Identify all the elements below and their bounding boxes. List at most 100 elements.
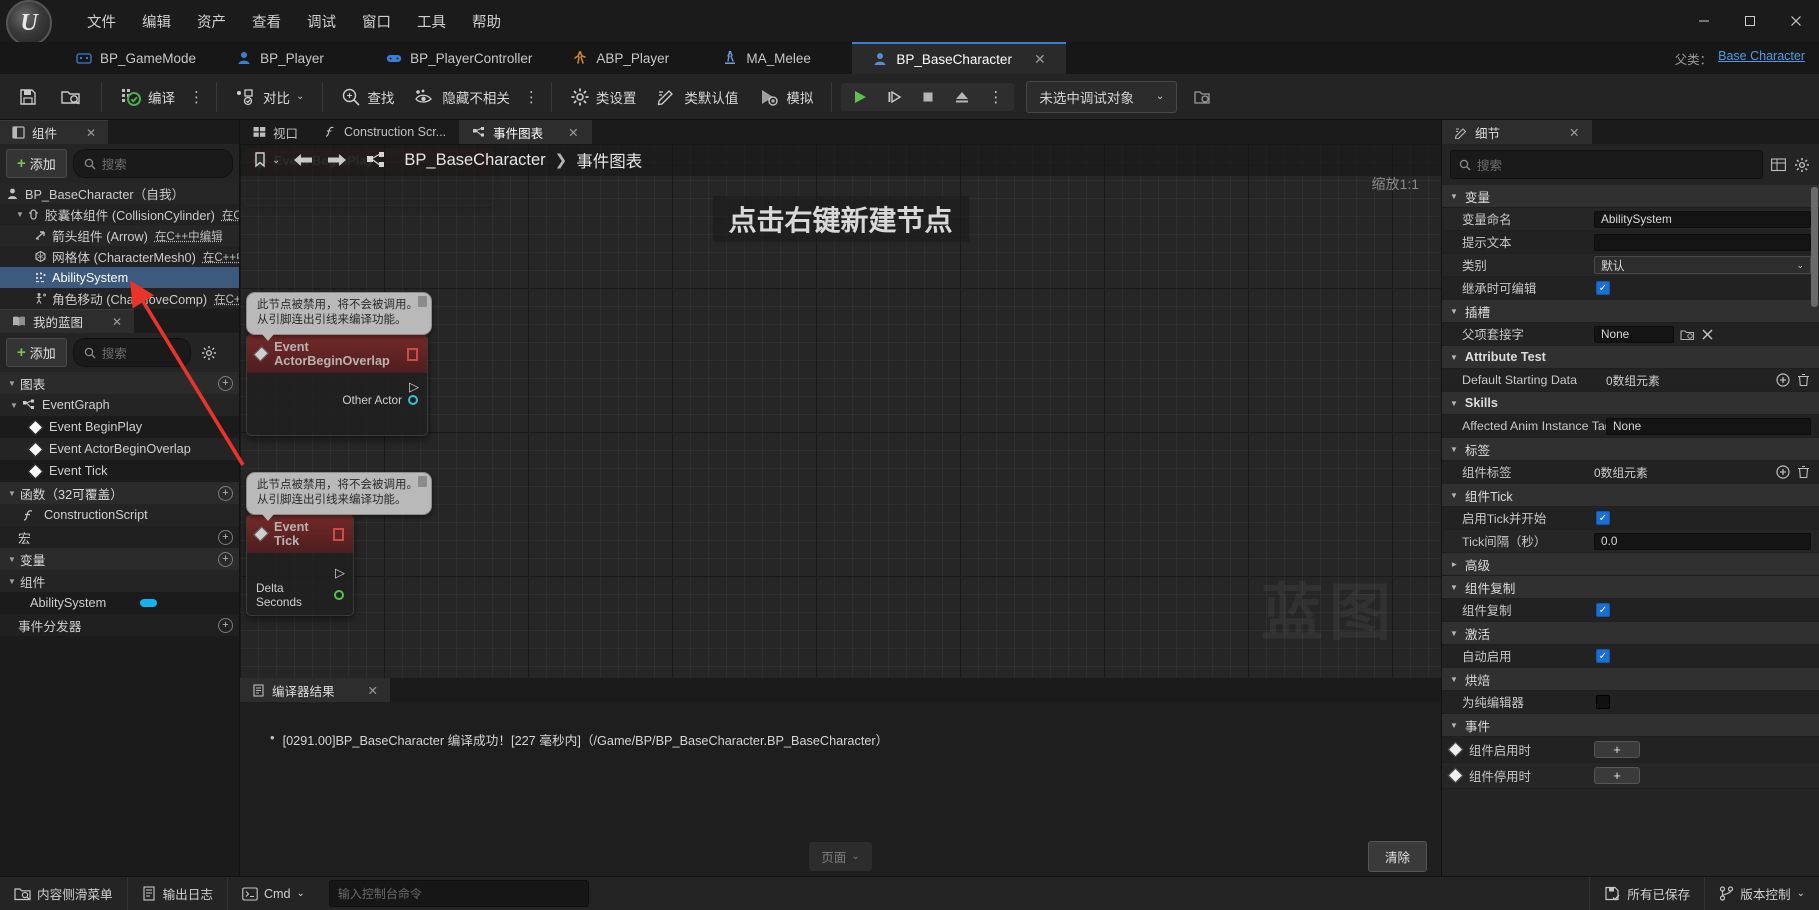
breadcrumb-leaf[interactable]: 事件图表 <box>576 148 642 172</box>
chevron-down-icon[interactable]: ▼ <box>16 210 24 219</box>
compile-options-icon[interactable]: ⋮ <box>186 84 207 110</box>
debug-browse-button[interactable] <box>1183 82 1223 112</box>
object-pin-icon[interactable] <box>408 395 418 405</box>
save-button[interactable] <box>8 81 48 113</box>
float-pin-icon[interactable] <box>334 590 344 600</box>
play-button[interactable] <box>843 85 877 109</box>
bp-section-functions[interactable]: ▼ 函数（32可覆盖） + <box>0 482 239 504</box>
details-category-tags[interactable]: ▼ 标签 <box>1442 438 1819 461</box>
component-row-arrow[interactable]: 箭头组件 (Arrow) 在C++中编辑 <box>0 225 239 246</box>
category-select[interactable]: 默认 ⌄ <box>1594 256 1811 274</box>
tooltip-text-input[interactable] <box>1594 233 1811 251</box>
edit-in-cpp-link[interactable]: 在C++中编辑 <box>222 207 239 223</box>
close-icon[interactable]: ✕ <box>568 125 578 140</box>
add-function-button[interactable]: + <box>218 485 233 501</box>
play-options-icon[interactable]: ⋮ <box>979 84 1012 110</box>
maximize-button[interactable] <box>1727 0 1773 42</box>
compile-button[interactable]: 编译 <box>111 81 184 113</box>
bp-item-event-tick[interactable]: Event Tick <box>0 460 239 482</box>
menu-file[interactable]: 文件 <box>74 7 129 36</box>
simulate-button[interactable]: 模拟 <box>749 82 822 112</box>
close-icon[interactable]: ✕ <box>86 126 96 140</box>
add-macro-button[interactable]: + <box>218 529 233 545</box>
details-category-advanced[interactable]: ▼ 高级 <box>1442 553 1819 576</box>
exec-output-pin[interactable]: ▷ <box>409 379 419 395</box>
tab-abp-player[interactable]: ABP_Player <box>552 42 702 74</box>
bp-section-macros[interactable]: 宏 + <box>0 526 239 548</box>
tab-bp-player[interactable]: BP_Player <box>216 42 366 74</box>
unreal-engine-logo-icon[interactable]: U <box>6 0 52 46</box>
bp-item-event-beginplay[interactable]: Event BeginPlay <box>0 416 239 438</box>
nav-back-button[interactable] <box>292 152 314 168</box>
grid-view-icon[interactable] <box>1769 156 1787 174</box>
details-category-activation[interactable]: ▼ 激活 <box>1442 622 1819 645</box>
tab-bp-gamemode[interactable]: BP_GameMode <box>56 42 216 74</box>
is-editor-only-checkbox[interactable] <box>1596 695 1610 709</box>
editable-on-instance-checkbox[interactable]: ✓ <box>1596 281 1610 295</box>
menu-view[interactable]: 查看 <box>239 7 294 36</box>
clear-socket-icon[interactable] <box>1701 328 1714 341</box>
tab-construction-script[interactable]: Construction Scr... <box>311 120 459 144</box>
stop-button[interactable] <box>911 85 945 109</box>
find-button[interactable]: 查找 <box>332 82 403 112</box>
component-row-capsule[interactable]: ▼ 胶囊体组件 (CollisionCylinder) 在C++中编辑 <box>0 204 239 225</box>
event-graph-canvas[interactable]: Event BeginPlay ⌄ <box>240 144 1441 678</box>
close-icon[interactable]: ✕ <box>368 683 378 698</box>
add-dispatcher-button[interactable]: + <box>218 617 233 633</box>
details-category-component-tick[interactable]: ▼ 组件Tick <box>1442 484 1819 507</box>
chevron-down-icon[interactable]: ▼ <box>8 379 17 388</box>
bp-item-var-abilitysystem[interactable]: AbilitySystem <box>0 592 239 614</box>
add-blueprint-item-button[interactable]: + 添加 <box>6 338 67 367</box>
details-category-skills[interactable]: ▼ Skills <box>1442 392 1819 415</box>
tick-interval-input[interactable]: 0.0 <box>1594 532 1811 550</box>
console-command-input[interactable]: 输入控制台命令 <box>328 880 589 907</box>
clear-button[interactable]: 清除 <box>1367 840 1427 872</box>
menu-window[interactable]: 窗口 <box>349 7 404 36</box>
bp-item-event-actorbeginoverlap[interactable]: Event ActorBeginOverlap <box>0 438 239 460</box>
pin-icon[interactable] <box>418 476 427 487</box>
compiler-message-row[interactable]: • [0291.00]BP_BaseCharacter 编译成功！[227 毫秒… <box>270 730 1441 749</box>
components-search-input[interactable]: 搜索 <box>72 149 233 178</box>
myblueprint-search-input[interactable]: 搜索 <box>72 338 191 367</box>
edit-in-cpp-link[interactable]: 在C++中编辑 <box>214 291 239 307</box>
bp-section-event-dispatchers[interactable]: 事件分发器 + <box>0 614 239 636</box>
details-category-variable[interactable]: ▼ 变量 <box>1442 185 1819 208</box>
breadcrumb-root[interactable]: BP_BaseCharacter <box>404 151 545 170</box>
close-icon[interactable]: ✕ <box>1034 51 1046 68</box>
menu-tools[interactable]: 工具 <box>404 7 459 36</box>
tab-eventgraph[interactable]: 事件图表 ✕ <box>459 120 592 144</box>
component-row-mesh[interactable]: 网格体 (CharacterMesh0) 在C++中编辑 <box>0 246 239 267</box>
add-array-element-icon[interactable] <box>1775 373 1790 388</box>
chevron-down-icon[interactable]: ▼ <box>8 489 17 498</box>
socket-picker-icon[interactable] <box>1680 328 1695 341</box>
component-row-charmove[interactable]: 角色移动 (CharMoveComp) 在C++中编辑 <box>0 288 239 309</box>
details-category-cooking[interactable]: ▼ 烘焙 <box>1442 668 1819 691</box>
delete-array-icon[interactable] <box>1796 373 1811 388</box>
page-dropdown[interactable]: 页面 ⌄ <box>809 841 872 871</box>
affected-anim-instance-tag-input[interactable]: None <box>1606 417 1811 435</box>
class-settings-button[interactable]: 类设置 <box>561 82 646 112</box>
close-icon[interactable]: ✕ <box>112 315 122 329</box>
cmd-mode-dropdown[interactable]: Cmd ⌄ <box>228 877 319 910</box>
variable-name-input[interactable]: AbilitySystem <box>1594 210 1811 228</box>
tab-components[interactable]: 组件 ✕ <box>0 120 109 144</box>
bookmark-button[interactable]: ⌄ <box>252 151 280 169</box>
node-event-tick[interactable]: Event Tick ▷ Delta Seconds <box>246 514 354 616</box>
gear-icon[interactable] <box>1793 156 1811 174</box>
chevron-down-icon[interactable]: ▼ <box>8 577 17 586</box>
hide-unrelated-options-icon[interactable]: ⋮ <box>521 84 542 110</box>
diff-button[interactable]: 对比 ⌄ <box>226 82 313 112</box>
details-category-component-replication[interactable]: ▼ 组件复制 <box>1442 576 1819 599</box>
tab-ma-melee[interactable]: MA_Melee <box>702 42 852 74</box>
tab-bp-basecharacter[interactable]: BP_BaseCharacter ✕ <box>852 42 1066 74</box>
add-on-component-activated-button[interactable]: + <box>1594 741 1640 758</box>
menu-assets[interactable]: 资产 <box>184 7 239 36</box>
close-icon[interactable]: ✕ <box>1569 125 1579 140</box>
gear-icon[interactable] <box>197 345 221 361</box>
bp-section-components[interactable]: ▼ 组件 <box>0 570 239 592</box>
content-drawer-button[interactable]: 内容侧滑菜单 <box>0 877 128 910</box>
bp-item-eventgraph[interactable]: ▼ EventGraph <box>0 394 239 416</box>
auto-activate-checkbox[interactable]: ✓ <box>1596 649 1610 663</box>
eject-button[interactable] <box>945 85 979 109</box>
details-category-attribute-test[interactable]: ▼ Attribute Test <box>1442 346 1819 369</box>
